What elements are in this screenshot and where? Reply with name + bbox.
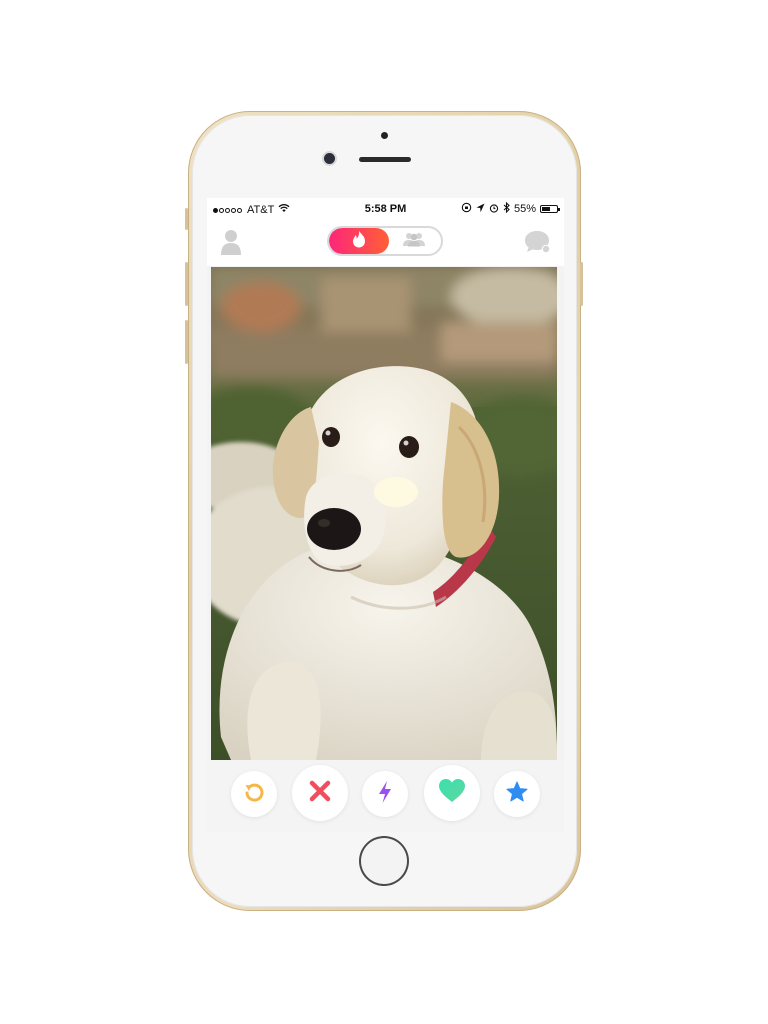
mute-switch: [185, 208, 188, 230]
alarm-icon: [489, 203, 499, 216]
home-button[interactable]: [359, 836, 409, 886]
action-bar: [207, 760, 564, 832]
battery-fill: [542, 207, 550, 211]
battery-percent: 55%: [513, 203, 536, 215]
nope-x-icon: [308, 779, 332, 808]
golden-retriever-photo[interactable]: [211, 267, 557, 760]
boost-button[interactable]: [362, 771, 408, 817]
group-icon: [401, 231, 427, 252]
status-bar: AT&T 5:58 PM 55%: [207, 198, 564, 220]
proximity-sensor: [381, 132, 388, 139]
super-like-star-icon: [506, 781, 528, 808]
top-nav-bar: [207, 220, 564, 266]
volume-down-button: [185, 320, 188, 364]
front-camera: [324, 153, 335, 164]
profile-icon[interactable]: [219, 228, 243, 256]
battery-icon: [540, 205, 560, 213]
flame-icon: [352, 230, 366, 253]
bluetooth-icon: [503, 201, 510, 216]
lock-rotation-icon: [461, 202, 472, 216]
tab-swipe-mode[interactable]: [329, 228, 389, 254]
volume-up-button: [185, 262, 188, 306]
messages-icon[interactable]: [524, 229, 552, 255]
like-button[interactable]: [424, 765, 480, 821]
status-right: 55%: [461, 201, 560, 216]
rewind-button[interactable]: [231, 771, 277, 817]
super-like-button[interactable]: [494, 771, 540, 817]
power-button: [580, 262, 583, 306]
phone-screen: AT&T 5:58 PM 55%: [207, 198, 564, 832]
like-heart-icon: [438, 778, 466, 809]
location-arrow-icon: [476, 203, 485, 216]
discovery-mode-toggle[interactable]: [327, 226, 443, 256]
tab-group-mode[interactable]: [387, 228, 441, 254]
boost-lightning-icon: [377, 780, 393, 809]
mockup-stage: AT&T 5:58 PM 55%: [0, 0, 768, 1024]
earpiece-speaker: [359, 157, 411, 162]
rewind-icon: [243, 781, 265, 808]
nope-button[interactable]: [292, 765, 348, 821]
